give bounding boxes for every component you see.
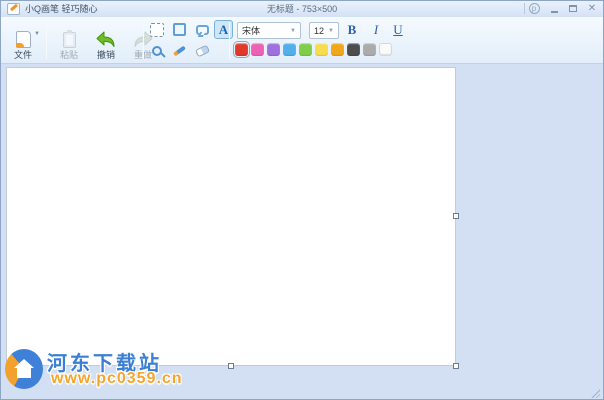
font-size-select[interactable]: 12 ▼ [309,22,339,39]
minimize-icon [551,11,558,13]
toolbar: ▼ 文件 粘贴 撤销 重做 [1,17,603,64]
watermark-site-url: www.pc0359.cn [51,370,183,388]
undo-icon [96,31,116,48]
color-swatch[interactable] [283,43,296,56]
callout-tool[interactable] [193,20,212,39]
rectangle-icon [173,23,186,36]
color-swatch[interactable] [363,43,376,56]
text-tool-icon: A [219,22,228,38]
divider [143,22,144,59]
color-swatch[interactable] [251,43,264,56]
minimize-button[interactable] [546,2,562,15]
magnifier-icon [152,46,162,56]
resize-handle-corner[interactable] [453,363,459,369]
marquee-select-tool[interactable] [147,20,166,39]
zoom-tool[interactable] [147,41,166,60]
color-palette [235,43,392,56]
speech-bubble-icon [196,25,209,35]
color-swatch[interactable] [315,43,328,56]
brush-icon [173,45,186,56]
paste-icon [63,32,76,48]
eraser-icon [195,44,210,57]
font-family-select[interactable]: 宋体 ▼ [237,22,301,39]
eraser-tool[interactable] [193,41,212,60]
paste-button-label: 粘贴 [60,50,78,60]
rectangle-tool[interactable] [170,20,189,39]
workspace: 河东下载站 www.pc0359.cn [1,65,603,400]
color-swatch[interactable] [347,43,360,56]
divider [229,22,230,59]
app-window: 小Q画笔 轻巧随心 无标题 - 753×500 p ✕ ▼ 文件 粘贴 撤销 [0,0,604,400]
color-swatch[interactable] [235,43,248,56]
chevron-down-icon: ▼ [290,28,296,34]
title-bar: 小Q画笔 轻巧随心 无标题 - 753×500 p ✕ [1,1,603,17]
file-button-label: 文件 [14,50,32,60]
undo-button-label: 撤销 [97,50,115,60]
text-tool[interactable]: A [214,20,233,39]
divider [524,3,525,14]
close-button[interactable]: ✕ [584,2,600,15]
bold-button[interactable]: B [343,21,361,39]
file-icon [16,31,31,48]
paste-button[interactable]: 粘贴 [51,19,87,62]
canvas[interactable] [6,67,456,366]
app-icon [7,3,20,15]
maximize-icon [569,5,577,12]
underline-button[interactable]: U [389,21,407,39]
font-size-value: 12 [314,26,324,36]
color-swatch[interactable] [331,43,344,56]
divider [46,22,47,59]
chevron-down-icon: ▼ [328,28,334,34]
chevron-down-icon: ▼ [34,31,40,37]
undo-button[interactable]: 撤销 [88,19,124,62]
color-swatch[interactable] [267,43,280,56]
resize-handle-right[interactable] [453,213,459,219]
italic-button[interactable]: I [367,21,385,39]
skin-button[interactable]: p [527,2,541,15]
file-button[interactable]: ▼ 文件 [4,19,42,62]
brush-tool[interactable] [170,41,189,60]
window-resize-grip[interactable] [590,388,600,398]
app-title: 小Q画笔 轻巧随心 [25,1,98,17]
resize-handle-bottom[interactable] [228,363,234,369]
font-family-value: 宋体 [242,24,260,37]
color-swatch[interactable] [379,43,392,56]
marquee-select-icon [150,23,164,37]
skin-icon: p [529,3,540,14]
color-swatch[interactable] [299,43,312,56]
maximize-button[interactable] [565,2,581,15]
